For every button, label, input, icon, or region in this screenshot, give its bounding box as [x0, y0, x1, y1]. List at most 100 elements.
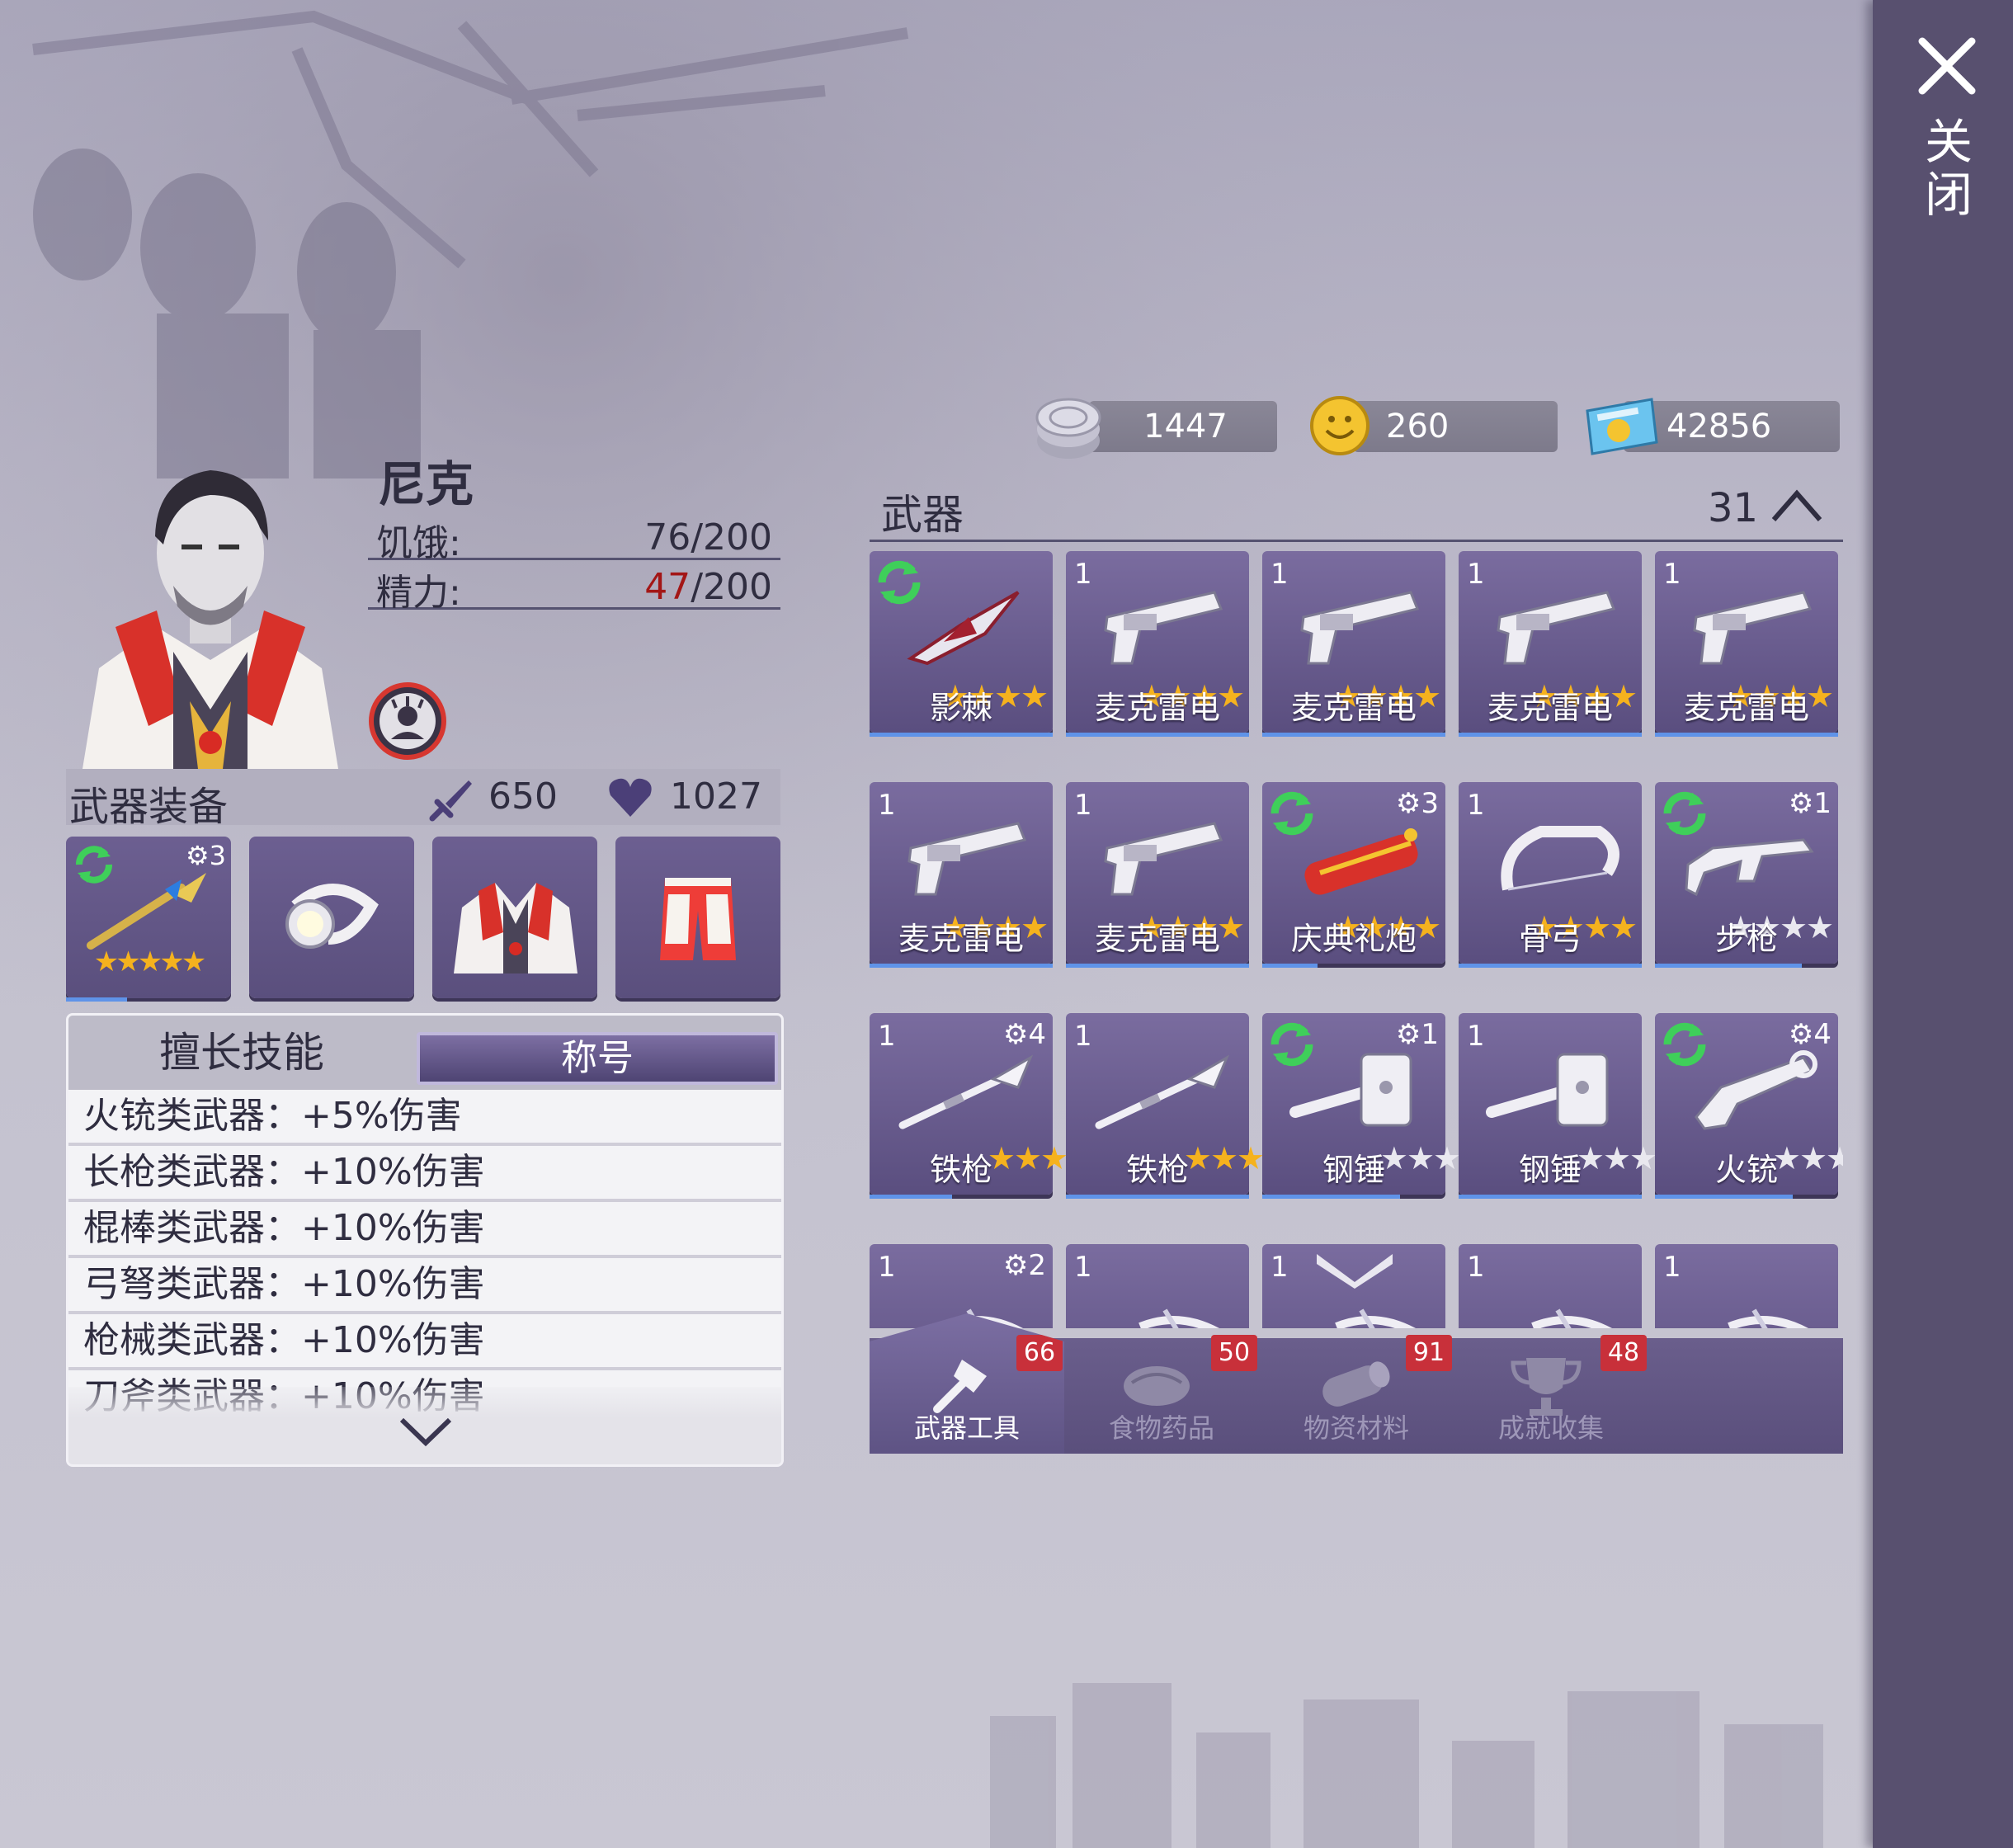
tab-label: 物资材料: [1303, 1412, 1409, 1444]
tab-trophy[interactable]: 48 成就收集: [1454, 1335, 1648, 1454]
hunger-label: 饥饿:: [376, 522, 461, 564]
skill-text: 枪械类武器：+10%伤害: [83, 1319, 485, 1361]
skills-panel: 擅长技能 称号 火铳类武器：+5%伤害 长枪类武器：+10%伤害 棍棒类武器：+…: [66, 1013, 784, 1467]
quantity-label: 1: [1663, 558, 1681, 591]
revolver-icon: [1693, 591, 1813, 665]
ticket-value: 42856: [1666, 408, 1772, 446]
quantity-label: 1: [1663, 1251, 1681, 1284]
weapon-slot[interactable]: 1 ⚙4 ★★★ 铁枪: [870, 1013, 1068, 1199]
tab-label: 成就收集: [1497, 1412, 1604, 1444]
hammer-icon: [1486, 1053, 1609, 1127]
energy-max: /200: [691, 566, 772, 608]
quantity-label: 1: [1074, 1251, 1092, 1284]
weapon-name: 步枪: [1714, 921, 1778, 957]
progress-bar: [1066, 1195, 1249, 1199]
tab-axe[interactable]: 66 武器工具: [870, 1313, 1064, 1454]
quantity-label: 1: [1074, 789, 1092, 822]
progress-bar: [1459, 1195, 1642, 1199]
tab-log[interactable]: 91 物资材料: [1259, 1335, 1454, 1454]
tab-label: 武器工具: [913, 1412, 1020, 1444]
progress-bar: [1655, 1195, 1793, 1199]
weapon-slot[interactable]: 1 ★★★ 铁枪: [1066, 1013, 1265, 1199]
weapon-slot[interactable]: 1 ★★★ 钢锤: [1459, 1013, 1657, 1199]
blade-icon: [907, 591, 1020, 666]
weapon-slot[interactable]: 1: [1066, 1244, 1249, 1328]
weapon-name: 铁枪: [1125, 1152, 1189, 1188]
jacket-icon: [454, 883, 578, 974]
weapon-slot[interactable]: 1 ★★★★ 麦克雷电: [1066, 782, 1249, 968]
close-sidebar[interactable]: 关闭: [1873, 0, 2013, 1848]
quantity-label: 1: [1270, 558, 1289, 591]
skill-row: 枪械类武器：+10%伤害: [68, 1314, 781, 1370]
energy-label: 精力:: [376, 572, 461, 614]
chevron-down-icon[interactable]: [397, 1415, 455, 1448]
energy-row: 精力: 47/200: [368, 561, 780, 614]
upgrade-value: 3: [209, 840, 226, 871]
weapon-slot[interactable]: 1: [1655, 1244, 1838, 1328]
weapon-slot[interactable]: 1 ★★★★ 麦克雷电: [1655, 551, 1838, 737]
weapon-slot[interactable]: ⚙1 ★★★★ 步枪: [1655, 782, 1838, 968]
progress-bar: [870, 733, 1053, 737]
weapons-divider: [870, 540, 1843, 542]
quantity-label: 1: [1467, 1251, 1485, 1284]
progress-bar: [1655, 733, 1838, 737]
count-badge: 48: [1600, 1335, 1647, 1371]
golden-spear-icon: [87, 873, 206, 950]
weapon-slot[interactable]: ⚙4 ★★★ 火铳: [1655, 1013, 1843, 1199]
ticket-icon: [1586, 398, 1658, 455]
equip-slot-body[interactable]: [432, 837, 597, 998]
iron-spear-icon: [898, 1054, 1034, 1129]
gold-coin-icon: [1310, 396, 1370, 455]
quantity-label: 1: [878, 1251, 896, 1284]
weapon-name: 铁枪: [929, 1152, 992, 1188]
weapon-slot[interactable]: 1 ★★★★ 麦克雷电: [870, 782, 1053, 968]
weapon-slot[interactable]: ⚙1 ★★★ 钢锤: [1262, 1013, 1461, 1199]
iron-spear-icon: [1095, 1054, 1230, 1129]
quantity-label: 1: [1270, 1251, 1289, 1284]
hunger-row: 饥饿: 76/200: [368, 512, 780, 564]
gear-icon: ⚙: [185, 840, 210, 871]
blunderbuss-icon: [1695, 1050, 1817, 1130]
weapon-slot[interactable]: 1 ★★★★ 麦克雷电: [1262, 551, 1445, 737]
weapon-slot[interactable]: 1 ★★★★ 麦克雷电: [1066, 551, 1249, 737]
quantity-label: 1: [878, 1020, 896, 1053]
survivor-badge-icon[interactable]: [368, 681, 447, 761]
skill-row: 棍棒类武器：+10%伤害: [68, 1202, 781, 1258]
heart-icon: [609, 778, 652, 817]
gold-coin-bar: 260: [1353, 401, 1558, 452]
skill-text: 长枪类武器：+10%伤害: [83, 1151, 485, 1193]
equip-slot-legs[interactable]: [615, 837, 780, 998]
close-label[interactable]: 关闭: [1924, 116, 1973, 221]
firecracker-icon: [1304, 828, 1418, 895]
weapon-slot[interactable]: 1 ★★★★ 骨弓: [1459, 782, 1642, 968]
crossbow-icon: [1728, 1308, 1808, 1328]
chevron-up-icon[interactable]: [1770, 487, 1823, 525]
weapon-slot[interactable]: 1 ★★★★ 麦克雷电: [1459, 551, 1642, 737]
tab-meat[interactable]: 50 食物药品: [1064, 1335, 1259, 1454]
close-icon[interactable]: [1914, 33, 1980, 99]
upgrade-level: ⚙3: [186, 840, 226, 871]
weapons-title: 武器: [881, 491, 964, 539]
category-tab-bar: 66 武器工具 50 食物药品 91 物资材料 48 成就收集: [870, 1313, 1843, 1454]
weapons-count: 31: [1708, 485, 1759, 531]
weapon-name: 麦克雷电: [1094, 690, 1220, 726]
revolver-icon: [1497, 591, 1616, 665]
headlamp-icon: [285, 884, 379, 949]
weapon-name: 麦克雷电: [898, 921, 1024, 957]
silver-coin-bar: 1447: [1089, 401, 1277, 452]
equip-slot-weapon[interactable]: ⚙3 ★★★★★: [66, 837, 231, 1002]
energy-current: 47: [644, 566, 691, 608]
weapon-name: 钢锤: [1322, 1152, 1385, 1188]
tab-skills[interactable]: 擅长技能: [68, 1016, 415, 1090]
weapon-slot[interactable]: ★★★★ 影棘: [870, 551, 1053, 737]
scroll-down-icon[interactable]: [1312, 1247, 1398, 1289]
equip-slot-head[interactable]: [249, 837, 414, 998]
gold-coin-value: 260: [1386, 408, 1450, 446]
progress-bar: [1459, 964, 1642, 968]
weapon-slot[interactable]: ⚙3 ★★★★ 庆典礼炮: [1262, 782, 1445, 968]
progress-bar: [1459, 733, 1642, 737]
health-value: 1027: [670, 776, 762, 818]
weapon-slot[interactable]: 1: [1459, 1244, 1642, 1328]
star-rating: ★★★★★: [93, 945, 206, 978]
tab-titles[interactable]: 称号: [417, 1032, 778, 1085]
